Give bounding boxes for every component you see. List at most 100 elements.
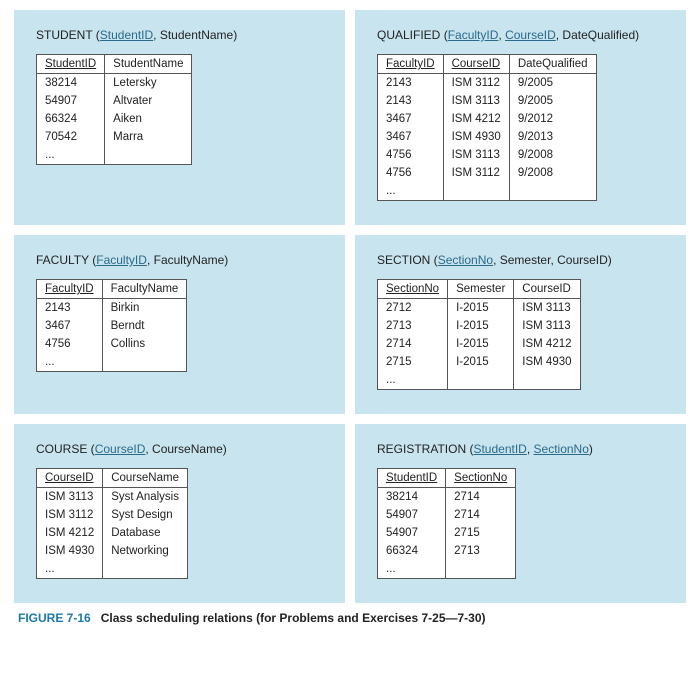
relation-title: COURSE (CourseID, CourseName) [36,442,323,456]
table-cell: 9/2008 [509,146,596,164]
table-row: 382142714 [378,488,516,507]
column-header: Semester [448,280,514,299]
table-cell: 9/2013 [509,128,596,146]
table-cell: ISM 3113 [443,146,509,164]
table-cell: Marra [105,128,192,146]
table-cell: Letersky [105,74,192,93]
table-row: 2143ISM 31129/2005 [378,74,597,93]
table-cell: 9/2005 [509,74,596,93]
table-cell: 38214 [37,74,105,93]
table-row: 2715I-2015ISM 4930 [378,353,581,371]
column-header: FacultyID [37,280,103,299]
column-header: SectionNo [378,280,448,299]
table-cell [446,560,516,579]
table-row: 2143Birkin [37,299,187,318]
table-row: 3467ISM 49309/2013 [378,128,597,146]
table-row: 2713I-2015ISM 3113 [378,317,581,335]
table-row: 4756ISM 31129/2008 [378,164,597,182]
relation-panel-section: SECTION (SectionNo, Semester, CourseID)S… [355,235,686,414]
table-row: 4756ISM 31139/2008 [378,146,597,164]
table-row: ISM 3112Syst Design [37,506,188,524]
relation-title: FACULTY (FacultyID, FacultyName) [36,253,323,267]
table-row: ISM 3113Syst Analysis [37,488,188,507]
table-cell: Syst Analysis [103,488,188,507]
relation-attr: SectionNo [438,253,493,267]
table-cell: Altvater [105,92,192,110]
relation-panel-qualified: QUALIFIED (FacultyID, CourseID, DateQual… [355,10,686,225]
table-cell: Aiken [105,110,192,128]
relation-name: REGISTRATION [377,442,466,456]
relation-panel-registration: REGISTRATION (StudentID, SectionNo)Stude… [355,424,686,603]
table-cell: ISM 3113 [37,488,103,507]
table-row: 2712I-2015ISM 3113 [378,299,581,318]
table-cell [514,371,580,390]
figure-caption: FIGURE 7-16 Class scheduling relations (… [14,603,686,637]
column-header: DateQualified [509,55,596,74]
table-cell: 2714 [446,488,516,507]
relation-attr: SectionNo [534,442,589,456]
table-row: 2714I-2015ISM 4212 [378,335,581,353]
table-cell: 2143 [378,92,444,110]
relation-attr: FacultyID [96,253,147,267]
table-cell: Networking [103,542,188,560]
table-cell: ... [378,560,446,579]
table-cell: 66324 [378,542,446,560]
column-header: CourseID [443,55,509,74]
table-cell: ISM 4212 [514,335,580,353]
table-cell: 4756 [37,335,103,353]
table-cell: ISM 3112 [443,74,509,93]
relation-title: SECTION (SectionNo, Semester, CourseID) [377,253,664,267]
table-row: 70542Marra [37,128,192,146]
relation-attr: CourseID [557,253,608,267]
relations-grid: STUDENT (StudentID, StudentName)StudentI… [14,10,686,603]
table-cell: I-2015 [448,317,514,335]
relation-attr: Semester [500,253,551,267]
table-cell: ISM 3113 [443,92,509,110]
relation-attr: StudentID [100,28,153,42]
table-row: 3467Berndt [37,317,187,335]
table-cell: Berndt [102,317,187,335]
relation-table: FacultyIDCourseIDDateQualified2143ISM 31… [377,54,597,201]
table-cell: ... [378,371,448,390]
relation-panel-faculty: FACULTY (FacultyID, FacultyName)FacultyI… [14,235,345,414]
column-header: FacultyName [102,280,187,299]
table-cell: 2712 [378,299,448,318]
column-header: FacultyID [378,55,444,74]
table-cell: Syst Design [103,506,188,524]
relation-title: QUALIFIED (FacultyID, CourseID, DateQual… [377,28,664,42]
relation-name: STUDENT [36,28,92,42]
table-cell: 2713 [446,542,516,560]
table-cell: ISM 4212 [443,110,509,128]
relation-name: COURSE [36,442,87,456]
table-cell: 2715 [378,353,448,371]
column-header: CourseName [103,469,188,488]
table-row: 54907Altvater [37,92,192,110]
table-cell: 66324 [37,110,105,128]
table-row: ... [37,146,192,165]
relation-attr: FacultyName [154,253,225,267]
table-cell: Birkin [102,299,187,318]
table-cell: 2713 [378,317,448,335]
table-row: ISM 4930Networking [37,542,188,560]
table-row: ... [37,353,187,372]
column-header: CourseID [37,469,103,488]
page-container: STUDENT (StudentID, StudentName)StudentI… [0,0,700,647]
table-cell [509,182,596,201]
table-row: ... [378,560,516,579]
relation-name: FACULTY [36,253,89,267]
table-cell: 54907 [378,524,446,542]
table-cell [102,353,187,372]
table-cell: 4756 [378,146,444,164]
relation-title: STUDENT (StudentID, StudentName) [36,28,323,42]
table-cell: ISM 4930 [514,353,580,371]
table-cell [105,146,192,165]
table-row: 3467ISM 42129/2012 [378,110,597,128]
relation-attr: CourseName [152,442,223,456]
table-row: 4756Collins [37,335,187,353]
table-cell: 2714 [378,335,448,353]
relation-table: CourseIDCourseNameISM 3113Syst AnalysisI… [36,468,188,579]
relation-table: SectionNoSemesterCourseID2712I-2015ISM 3… [377,279,581,390]
table-cell: 2715 [446,524,516,542]
relation-attr: FacultyID [448,28,499,42]
column-header: StudentName [105,55,192,74]
